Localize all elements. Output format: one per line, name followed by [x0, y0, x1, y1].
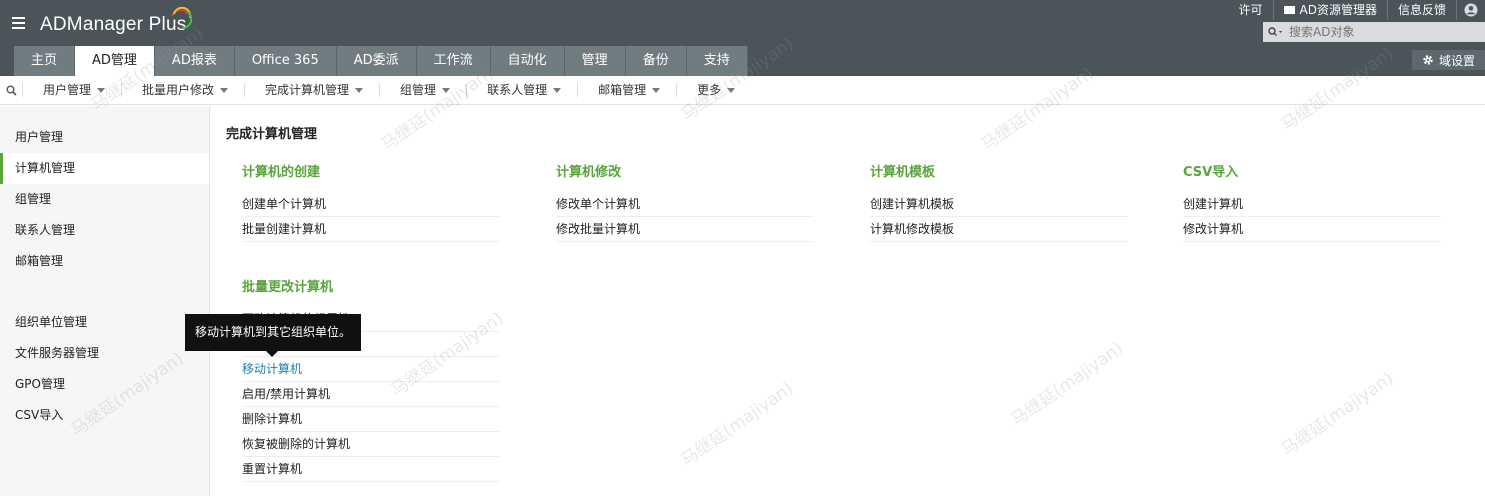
- chevron-down-icon: [652, 88, 661, 93]
- section-title: 计算机模板: [870, 165, 936, 180]
- section-bulk-change-computers: 批量更改计算机 更改计算机的组属性 移动计算机 启用/禁用计算机 删除计算机 恢…: [242, 276, 500, 482]
- subnav-search-icon[interactable]: [0, 85, 22, 96]
- sidebar-item-ou-management[interactable]: 组织单位管理: [0, 307, 209, 338]
- search-bar: [1263, 22, 1485, 42]
- link-delete-computer[interactable]: 删除计算机: [242, 407, 500, 432]
- link-bulk-create-computers[interactable]: 批量创建计算机: [242, 217, 500, 242]
- subnav-more[interactable]: 更多: [676, 83, 751, 97]
- menu-icon[interactable]: [12, 17, 25, 29]
- ad-explorer-link[interactable]: AD资源管理器: [1274, 0, 1388, 20]
- section-csv-import: CSV导入 创建计算机 修改计算机: [1183, 161, 1441, 242]
- subnav-label: 完成计算机管理: [265, 83, 350, 97]
- link-csv-create-computer[interactable]: 创建计算机: [1183, 192, 1441, 217]
- feedback-link[interactable]: 信息反馈: [1388, 0, 1457, 20]
- top-links: 许可 AD资源管理器 信息反馈: [1229, 0, 1485, 20]
- domain-settings-label: 域设置: [1438, 53, 1475, 68]
- search-icon[interactable]: [1263, 22, 1289, 42]
- subnav-label: 组管理: [400, 83, 437, 97]
- link-modify-bulk-computers[interactable]: 修改批量计算机: [556, 217, 814, 242]
- tooltip: 移动计算机到其它组织单位。: [185, 314, 361, 351]
- section-title: 批量更改计算机: [242, 280, 334, 295]
- link-move-computer[interactable]: 移动计算机: [242, 357, 500, 382]
- chevron-down-icon: [553, 88, 562, 93]
- section-computer-creation: 计算机的创建 创建单个计算机 批量创建计算机: [242, 161, 500, 242]
- link-csv-modify-computer[interactable]: 修改计算机: [1183, 217, 1441, 242]
- logo-arc-icon: [171, 6, 192, 30]
- watermark: 马继延(majiyan): [1007, 338, 1128, 431]
- link-computer-modify-template[interactable]: 计算机修改模板: [870, 217, 1128, 242]
- subnav-computer-management[interactable]: 完成计算机管理: [244, 83, 379, 97]
- chevron-down-icon: [97, 88, 106, 93]
- link-modify-single-computer[interactable]: 修改单个计算机: [556, 192, 814, 217]
- sub-navigation: 用户管理 批量用户修改 完成计算机管理 组管理 联系人管理 邮箱管理 更多: [0, 76, 1485, 105]
- page-title: 完成计算机管理: [226, 127, 318, 142]
- section-computer-templates: 计算机模板 创建计算机模板 计算机修改模板: [870, 161, 1128, 242]
- subnav-user-management[interactable]: 用户管理: [22, 83, 121, 97]
- subnav-label: 联系人管理: [487, 83, 548, 97]
- domain-settings-button[interactable]: 域设置: [1412, 50, 1485, 70]
- subnav-label: 更多: [697, 83, 722, 97]
- gear-icon: [1423, 55, 1433, 65]
- subnav-label: 用户管理: [43, 83, 92, 97]
- main-tabs: 主页 AD管理 AD报表 Office 365 AD委派 工作流 自动化 管理 …: [14, 46, 748, 76]
- subnav-label: 邮箱管理: [598, 83, 647, 97]
- subnav-contact-management[interactable]: 联系人管理: [466, 83, 577, 97]
- sidebar-item-mailbox-management[interactable]: 邮箱管理: [0, 246, 209, 277]
- chevron-down-icon: [355, 88, 364, 93]
- app-header: ADManager Plus 许可 AD资源管理器 信息反馈 域设置 主页 AD…: [0, 0, 1485, 76]
- user-icon[interactable]: [1457, 0, 1485, 20]
- section-computer-modify: 计算机修改 修改单个计算机 修改批量计算机: [556, 161, 814, 242]
- section-title: 计算机修改: [556, 165, 622, 180]
- sidebar-item-contact-management[interactable]: 联系人管理: [0, 215, 209, 246]
- tab-admin[interactable]: 管理: [564, 46, 626, 76]
- sidebar-item-user-management[interactable]: 用户管理: [0, 122, 209, 153]
- tab-automation[interactable]: 自动化: [490, 46, 565, 76]
- watermark: 马继延(majiyan): [1277, 368, 1398, 461]
- tab-backup[interactable]: 备份: [625, 46, 687, 76]
- link-reset-computer[interactable]: 重置计算机: [242, 457, 500, 482]
- tab-ad-delegation[interactable]: AD委派: [336, 46, 417, 76]
- subnav-bulk-user-modify[interactable]: 批量用户修改: [121, 83, 244, 97]
- sidebar: 用户管理 计算机管理 组管理 联系人管理 邮箱管理 组织单位管理 文件服务器管理…: [0, 106, 210, 496]
- tab-home[interactable]: 主页: [14, 46, 76, 76]
- section-title: 计算机的创建: [242, 165, 321, 180]
- link-create-single-computer[interactable]: 创建单个计算机: [242, 192, 500, 217]
- tab-support[interactable]: 支持: [686, 46, 748, 76]
- tab-office365[interactable]: Office 365: [234, 46, 337, 76]
- section-title: CSV导入: [1183, 165, 1239, 180]
- subnav-group-management[interactable]: 组管理: [379, 83, 466, 97]
- app-logo: ADManager Plus: [40, 14, 187, 35]
- tab-ad-reports[interactable]: AD报表: [154, 46, 235, 76]
- sidebar-item-computer-management[interactable]: 计算机管理: [0, 153, 209, 184]
- tab-workflow[interactable]: 工作流: [416, 46, 491, 76]
- link-restore-deleted-computer[interactable]: 恢复被删除的计算机: [242, 432, 500, 457]
- folder-icon: [1283, 5, 1295, 14]
- sidebar-item-file-server-management[interactable]: 文件服务器管理: [0, 338, 209, 369]
- tooltip-arrow: [266, 351, 278, 357]
- watermark: 马继延(majiyan): [677, 378, 798, 471]
- search-input[interactable]: [1289, 25, 1479, 39]
- sidebar-item-gpo-management[interactable]: GPO管理: [0, 369, 209, 400]
- sidebar-item-group-management[interactable]: 组管理: [0, 184, 209, 215]
- license-link[interactable]: 许可: [1229, 0, 1274, 20]
- subnav-label: 批量用户修改: [142, 83, 215, 97]
- chevron-down-icon: [727, 88, 736, 93]
- ad-explorer-label: AD资源管理器: [1299, 3, 1377, 17]
- chevron-down-icon: [220, 88, 229, 93]
- sidebar-item-csv-import[interactable]: CSV导入: [0, 400, 209, 431]
- link-create-computer-template[interactable]: 创建计算机模板: [870, 192, 1128, 217]
- link-enable-disable-computer[interactable]: 启用/禁用计算机: [242, 382, 500, 407]
- tab-ad-management[interactable]: AD管理: [75, 46, 155, 76]
- chevron-down-icon: [442, 88, 451, 93]
- subnav-mailbox-management[interactable]: 邮箱管理: [577, 83, 676, 97]
